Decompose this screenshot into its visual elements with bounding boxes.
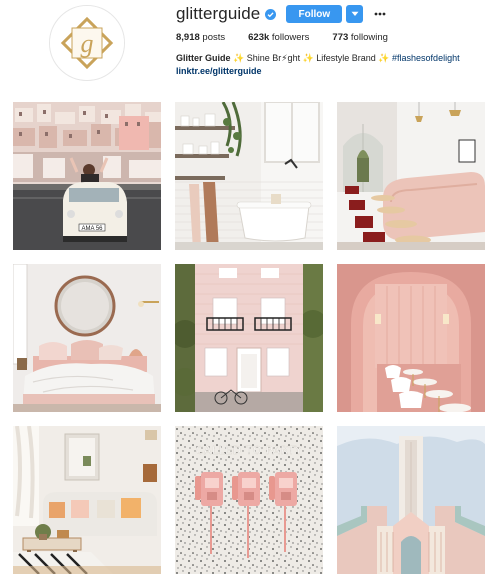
svg-text:AMA 56: AMA 56 [81,226,103,232]
verified-badge-icon [265,8,277,20]
posts-grid: AMA 56 CALLED TO PARTY [13,102,485,574]
post-image [175,264,323,412]
username: glitterguide [176,4,261,23]
followers-stat[interactable]: 623k followers [248,32,309,43]
post-tile-coastal-village[interactable]: AMA 56 [13,102,161,250]
post-tile-pink-payphones[interactable]: CALLED TO PARTY [175,426,323,574]
post-tile-art-deco[interactable] [337,426,485,574]
post-image: AMA 56 [13,102,161,250]
svg-text:g: g [81,29,94,58]
following-count: 773 [332,32,349,43]
following-label: following [350,32,388,43]
following-stat[interactable]: 773 following [332,32,387,43]
more-options-icon [374,12,386,16]
post-tile-living-room[interactable] [13,426,161,574]
followers-count: 623k [248,32,270,43]
post-image [13,426,161,574]
bio-name: Glitter Guide [176,53,231,63]
post-tile-pink-townhouse[interactable] [175,264,323,412]
post-tile-bathroom[interactable] [175,102,323,250]
username-row: glitterguide Follow [176,4,387,24]
post-image [337,264,485,412]
bio-text: ✨ Shine Br⚡ght ✨ Lifestyle Brand ✨ [230,53,393,63]
bio-hashtag-link[interactable]: #flashesofdelight [392,53,460,63]
post-image: CALLED TO PARTY [175,426,323,574]
post-tile-pink-cafe[interactable] [337,102,485,250]
bio: Glitter Guide ✨ Shine Br⚡ght ✨ Lifestyle… [176,53,460,64]
chevron-down-icon [351,11,359,16]
svg-text:CALLED TO PARTY: CALLED TO PARTY [196,444,303,457]
post-image [337,102,485,250]
profile-stats: 8,918 posts 623k followers 773 following [176,32,411,43]
post-tile-bedroom[interactable] [13,264,161,412]
follow-button[interactable]: Follow [286,5,343,23]
bio-website-link[interactable]: linktr.ee/glitterguide [176,66,262,76]
profile-avatar[interactable]: g [49,5,125,81]
post-image [175,102,323,250]
glitterguide-logo-icon: g [50,6,124,80]
post-image [337,426,485,574]
followers-label: followers [271,32,310,43]
post-tile-pink-dining[interactable] [337,264,485,412]
more-options-button[interactable] [373,5,387,23]
post-image [13,264,161,412]
posts-stat: 8,918 posts [176,32,225,43]
posts-label: posts [202,32,226,43]
posts-count: 8,918 [176,32,200,43]
suggestions-dropdown-button[interactable] [346,5,364,23]
